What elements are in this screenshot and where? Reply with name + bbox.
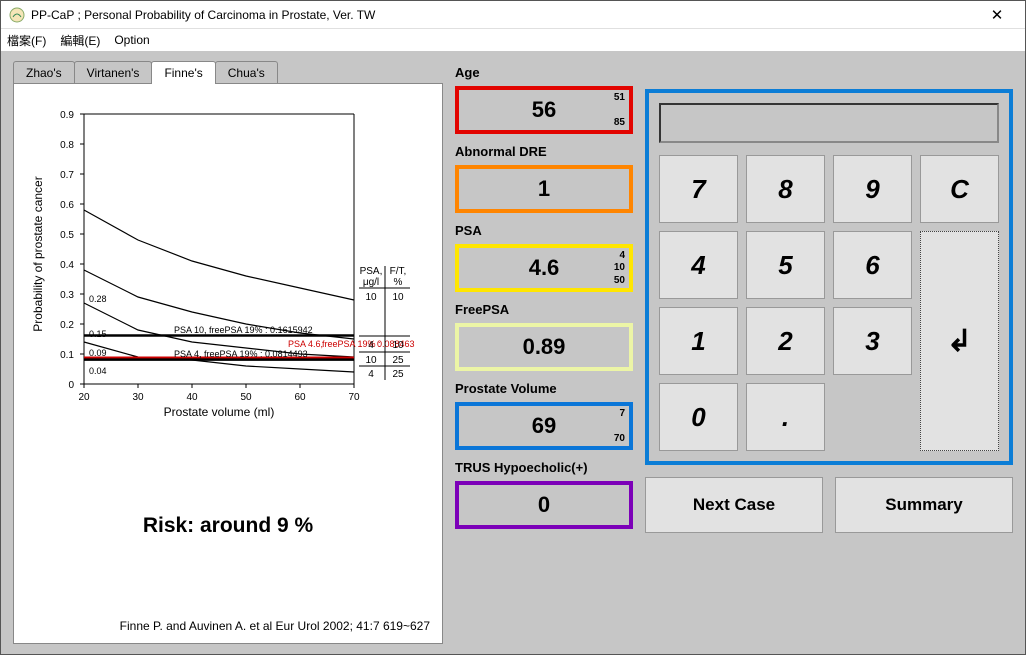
key-5[interactable]: 5 [746, 231, 825, 299]
key-8[interactable]: 8 [746, 155, 825, 223]
svg-text:10: 10 [392, 292, 404, 303]
tab-virtanen[interactable]: Virtanen's [74, 61, 153, 84]
key-2[interactable]: 2 [746, 307, 825, 375]
key-9[interactable]: 9 [833, 155, 912, 223]
input-freepsa[interactable]: 0.89 [455, 323, 633, 371]
chart-body: 0 0.1 0.2 0.3 0.4 0.5 0.6 0.7 0.8 0.9 [13, 83, 443, 644]
key-clear[interactable]: C [920, 155, 999, 223]
svg-text:4: 4 [368, 340, 374, 351]
key-dot[interactable]: . [746, 383, 825, 451]
svg-text:40: 40 [186, 392, 198, 403]
svg-text:0.15: 0.15 [89, 329, 107, 339]
menubar: 檔案(F) 編輯(E) Option [1, 29, 1025, 51]
svg-text:0.28: 0.28 [89, 294, 107, 304]
calculator-area: 7 8 9 C 4 5 6 ↲ 1 2 3 0 . Next Case Summ… [645, 61, 1013, 644]
next-case-button[interactable]: Next Case [645, 477, 823, 533]
key-7[interactable]: 7 [659, 155, 738, 223]
window-title: PP-CaP ; Personal Probability of Carcino… [31, 8, 977, 22]
input-trus[interactable]: 0 [455, 481, 633, 529]
actions-row: Next Case Summary [645, 477, 1013, 533]
label-age: Age [455, 65, 633, 80]
calc-display[interactable] [659, 103, 999, 143]
key-enter[interactable]: ↲ [920, 231, 999, 451]
svg-text:10: 10 [392, 340, 404, 351]
svg-text:0.4: 0.4 [60, 260, 74, 271]
label-pvol: Prostate Volume [455, 381, 633, 396]
svg-text:Probability of prostate cancer: Probability of prostate cancer [31, 176, 45, 331]
key-4[interactable]: 4 [659, 231, 738, 299]
svg-text:60: 60 [294, 392, 306, 403]
label-trus: TRUS Hypoecholic(+) [455, 460, 633, 475]
inputs-column: Age 56 51 85 Abnormal DRE 1 PSA 4.6 4 10… [455, 61, 633, 644]
key-0[interactable]: 0 [659, 383, 738, 451]
key-6[interactable]: 6 [833, 231, 912, 299]
svg-text:%: % [394, 277, 403, 288]
svg-text:20: 20 [78, 392, 90, 403]
svg-text:0.2: 0.2 [60, 320, 74, 331]
citation: Finne P. and Auvinen A. et al Eur Urol 2… [14, 619, 430, 633]
titlebar: PP-CaP ; Personal Probability of Carcino… [1, 1, 1025, 29]
tab-chua[interactable]: Chua's [215, 61, 278, 84]
key-3[interactable]: 3 [833, 307, 912, 375]
menu-edit[interactable]: 編輯(E) [60, 32, 100, 49]
svg-text:0.04: 0.04 [89, 366, 107, 376]
svg-text:0.7: 0.7 [60, 170, 74, 181]
keypad: 7 8 9 C 4 5 6 ↲ 1 2 3 0 . [659, 155, 999, 451]
svg-text:0.9: 0.9 [60, 110, 74, 121]
svg-text:4: 4 [368, 369, 374, 380]
svg-text:25: 25 [392, 369, 404, 380]
svg-text:0: 0 [68, 380, 74, 391]
svg-text:0.3: 0.3 [60, 290, 74, 301]
svg-text:25: 25 [392, 355, 404, 366]
close-button[interactable]: ✕ [977, 6, 1017, 24]
risk-result: Risk: around 9 % [14, 514, 442, 538]
app-icon [9, 7, 25, 23]
svg-text:μg/l: μg/l [363, 277, 379, 288]
app-window: PP-CaP ; Personal Probability of Carcino… [0, 0, 1026, 655]
svg-text:Prostate volume (ml): Prostate volume (ml) [164, 405, 275, 419]
svg-text:PSA 4.6,: PSA 4.6, [288, 339, 323, 349]
client-area: Zhao's Virtanen's Finne's Chua's [1, 51, 1025, 654]
label-dre: Abnormal DRE [455, 144, 633, 159]
input-age[interactable]: 56 51 85 [455, 86, 633, 134]
chart-panel: Zhao's Virtanen's Finne's Chua's [13, 61, 443, 644]
svg-text:0.1: 0.1 [60, 350, 74, 361]
svg-text:PSA 4, freePSA 19% : 0.0814493: PSA 4, freePSA 19% : 0.0814493 [174, 349, 308, 359]
label-psa: PSA [455, 223, 633, 238]
svg-text:70: 70 [348, 392, 360, 403]
svg-text:0.5: 0.5 [60, 230, 74, 241]
svg-text:10: 10 [365, 292, 377, 303]
tab-zhao[interactable]: Zhao's [13, 61, 75, 84]
svg-text:50: 50 [240, 392, 252, 403]
svg-text:0.8: 0.8 [60, 140, 74, 151]
svg-text:PSA,: PSA, [360, 266, 383, 277]
svg-text:10: 10 [365, 355, 377, 366]
svg-text:F/T,: F/T, [390, 266, 407, 277]
svg-text:PSA 10, freePSA 19% : 0.161594: PSA 10, freePSA 19% : 0.1615942 [174, 325, 313, 335]
input-psa[interactable]: 4.6 4 10 50 [455, 244, 633, 292]
tabs-row: Zhao's Virtanen's Finne's Chua's [13, 61, 443, 84]
input-dre[interactable]: 1 [455, 165, 633, 213]
menu-option[interactable]: Option [114, 33, 149, 47]
summary-button[interactable]: Summary [835, 477, 1013, 533]
key-1[interactable]: 1 [659, 307, 738, 375]
calculator-panel: 7 8 9 C 4 5 6 ↲ 1 2 3 0 . [645, 89, 1013, 465]
label-freepsa: FreePSA [455, 302, 633, 317]
svg-text:30: 30 [132, 392, 144, 403]
tab-finne[interactable]: Finne's [151, 61, 215, 84]
svg-text:0.6: 0.6 [60, 200, 74, 211]
probability-chart: 0 0.1 0.2 0.3 0.4 0.5 0.6 0.7 0.8 0.9 [24, 104, 434, 424]
menu-file[interactable]: 檔案(F) [7, 32, 46, 49]
input-pvol[interactable]: 69 7 70 [455, 402, 633, 450]
